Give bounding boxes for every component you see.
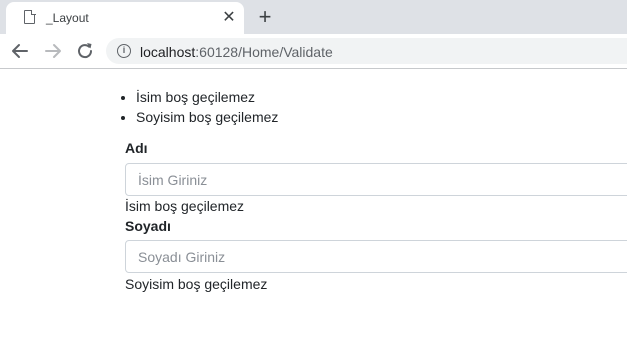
address-bar[interactable]: i localhost:60128/Home/Validate xyxy=(106,38,627,64)
first-name-error: İsim boş geçilemez xyxy=(125,198,245,214)
first-name-label: Adı xyxy=(125,140,148,156)
first-name-input[interactable] xyxy=(125,163,627,196)
tab-strip: _Layout ✕ + xyxy=(0,0,627,34)
arrow-left-icon xyxy=(12,44,28,58)
browser-toolbar: i localhost:60128/Home/Validate xyxy=(0,34,627,69)
list-item: İsim boş geçilemez xyxy=(136,87,278,107)
last-name-label: Soyadı xyxy=(125,218,171,234)
back-button[interactable] xyxy=(9,40,31,62)
url-text[interactable]: localhost:60128/Home/Validate xyxy=(140,44,333,60)
forward-button[interactable] xyxy=(42,40,64,62)
reload-icon xyxy=(78,43,93,59)
page-content: İsim boş geçilemez Soyisim boş geçilemez… xyxy=(0,69,627,351)
new-tab-button[interactable]: + xyxy=(254,6,276,28)
tab-title: _Layout xyxy=(46,11,89,25)
page-icon xyxy=(24,9,36,24)
arrow-right-icon xyxy=(45,44,61,58)
list-item: Soyisim boş geçilemez xyxy=(136,107,278,127)
browser-tab[interactable]: _Layout ✕ xyxy=(6,2,244,34)
url-path: :60128/Home/Validate xyxy=(195,44,333,60)
last-name-input[interactable] xyxy=(125,240,627,273)
info-icon[interactable]: i xyxy=(117,44,131,58)
reload-button[interactable] xyxy=(74,40,96,62)
validation-summary: İsim boş geçilemez Soyisim boş geçilemez xyxy=(118,87,278,127)
close-icon[interactable]: ✕ xyxy=(221,10,237,26)
last-name-error: Soyisim boş geçilemez xyxy=(125,276,268,292)
url-host: localhost xyxy=(140,44,196,60)
